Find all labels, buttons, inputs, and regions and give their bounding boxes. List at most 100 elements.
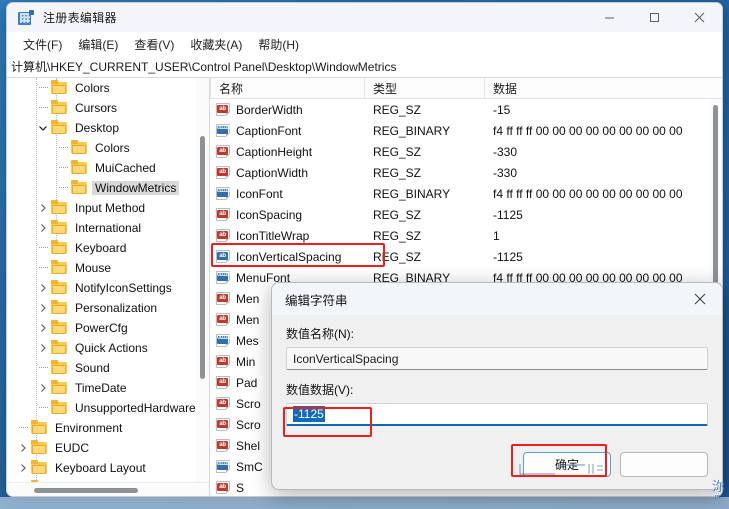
value-name: Min bbox=[236, 354, 256, 369]
tree-leaf-connector-icon bbox=[35, 107, 51, 109]
string-value-icon: ab bbox=[216, 480, 231, 495]
tree-node-personalization[interactable]: Personalization bbox=[7, 298, 209, 318]
binary-value-icon: 011110 bbox=[216, 333, 231, 348]
table-row[interactable]: ab IconVerticalSpacing REG_SZ -1125 bbox=[210, 246, 709, 267]
value-data-label: 数值数据(V): bbox=[286, 381, 708, 398]
chevron-down-icon[interactable] bbox=[35, 123, 51, 133]
tree-node-colors[interactable]: Colors bbox=[7, 78, 209, 98]
dialog-close-icon[interactable] bbox=[678, 283, 722, 315]
tree-node-unsupportedhardware[interactable]: UnsupportedHardware bbox=[7, 398, 209, 418]
tree-node-powercfg[interactable]: PowerCfg bbox=[7, 318, 209, 338]
value-name: IconSpacing bbox=[236, 207, 303, 222]
tree-horizontal-scroll-thumb[interactable] bbox=[34, 488, 138, 493]
table-row[interactable]: 011110 IconFont REG_BINARY f4 ff ff ff 00 0… bbox=[210, 183, 709, 204]
chevron-right-icon[interactable] bbox=[35, 323, 51, 333]
tree-node-muicached[interactable]: MuiCached bbox=[7, 158, 209, 178]
tree-scroll-viewport: Colors Cursors Desktop Colors MuiCached Windo… bbox=[7, 78, 209, 482]
column-header-type[interactable]: 类型 bbox=[365, 78, 485, 98]
column-header-data[interactable]: 数据 bbox=[485, 78, 722, 98]
ok-button[interactable]: 确定 bbox=[523, 452, 611, 477]
tree-node-label: Keyboard Layout bbox=[55, 461, 146, 475]
list-column-headers: 名称 类型 数据 bbox=[210, 78, 722, 99]
chevron-right-icon[interactable] bbox=[15, 463, 31, 473]
menu-item-edit[interactable]: 编辑(E) bbox=[70, 34, 126, 55]
binary-value-icon: 011110 bbox=[216, 123, 231, 138]
edit-string-dialog: 编辑字符串 数值名称(N): IconVerticalSpacing 数值数据(… bbox=[271, 282, 723, 490]
string-value-icon: ab bbox=[216, 375, 231, 390]
value-name: CaptionWidth bbox=[236, 165, 309, 180]
cell-type: REG_SZ bbox=[373, 102, 422, 117]
tree-leaf-connector-icon bbox=[35, 407, 51, 409]
tree-vertical-scroll-thumb[interactable] bbox=[200, 136, 205, 379]
cell-name: 011110 IconFont bbox=[210, 186, 365, 201]
cell-type: REG_SZ bbox=[373, 228, 422, 243]
tree-node-eudc[interactable]: EUDC bbox=[7, 438, 209, 458]
cell-name: ab CaptionHeight bbox=[210, 144, 365, 159]
address-bar[interactable]: 计算机\HKEY_CURRENT_USER\Control Panel\Desk… bbox=[7, 56, 722, 78]
value-data-label-text: 数值数据(V): bbox=[286, 383, 354, 397]
tree-node-mouse[interactable]: Mouse bbox=[7, 258, 209, 278]
cancel-button[interactable] bbox=[620, 452, 708, 477]
tree-node-label: TimeDate bbox=[75, 381, 127, 395]
chevron-right-icon[interactable] bbox=[35, 343, 51, 353]
tree-vertical-scrollbar[interactable] bbox=[196, 78, 209, 482]
tree-node-input-method[interactable]: Input Method bbox=[7, 198, 209, 218]
table-row[interactable]: 011110 CaptionFont REG_BINARY f4 ff ff ff 0… bbox=[210, 120, 709, 141]
menu-item-view[interactable]: 查看(V) bbox=[126, 34, 182, 55]
taskbar bbox=[0, 497, 729, 509]
cell-data: 1 bbox=[493, 228, 500, 243]
string-value-icon: ab bbox=[216, 438, 231, 453]
registry-icon bbox=[18, 9, 34, 26]
table-row[interactable]: ab CaptionWidth REG_SZ -330 bbox=[210, 162, 709, 183]
table-row[interactable]: ab CaptionHeight REG_SZ -330 bbox=[210, 141, 709, 162]
tree-node-desktop[interactable]: Desktop bbox=[7, 118, 209, 138]
tree-node-sound[interactable]: Sound bbox=[7, 358, 209, 378]
tree-node-label: NotifyIconSettings bbox=[75, 281, 172, 295]
chevron-right-icon[interactable] bbox=[35, 203, 51, 213]
tree-node-windowmetrics[interactable]: WindowMetrics bbox=[7, 178, 209, 198]
close-button[interactable] bbox=[677, 3, 722, 32]
folder-icon bbox=[71, 179, 88, 195]
value-name: CaptionFont bbox=[236, 123, 302, 138]
column-header-name[interactable]: 名称 bbox=[210, 78, 365, 98]
cell-data: -330 bbox=[493, 165, 518, 180]
tree-node-keyboard-layout[interactable]: Keyboard Layout bbox=[7, 458, 209, 478]
folder-icon bbox=[71, 159, 88, 175]
tree-node-quick-actions[interactable]: Quick Actions bbox=[7, 338, 209, 358]
chevron-right-icon[interactable] bbox=[35, 303, 51, 313]
cell-data: -1125 bbox=[493, 207, 523, 222]
tree-node-cursors[interactable]: Cursors bbox=[7, 98, 209, 118]
table-row[interactable]: ab BorderWidth REG_SZ -15 bbox=[210, 99, 709, 120]
cell-name: 011110 CaptionFont bbox=[210, 123, 365, 138]
chevron-right-icon[interactable] bbox=[15, 443, 31, 453]
tree-node-colors[interactable]: Colors bbox=[7, 138, 209, 158]
minimize-button[interactable] bbox=[587, 3, 632, 32]
tree-horizontal-scrollbar[interactable] bbox=[7, 482, 209, 496]
tree-node-international[interactable]: International bbox=[7, 218, 209, 238]
tree-node-label: Environment bbox=[55, 421, 123, 435]
chevron-right-icon[interactable] bbox=[35, 283, 51, 293]
tree-node-timedate[interactable]: TimeDate bbox=[7, 378, 209, 398]
value-name: IconFont bbox=[236, 186, 283, 201]
table-row[interactable]: ab IconTitleWrap REG_SZ 1 bbox=[210, 225, 709, 246]
menu-item-file[interactable]: 文件(F) bbox=[15, 34, 70, 55]
tree-node-notifyiconsettings[interactable]: NotifyIconSettings bbox=[7, 278, 209, 298]
table-row[interactable]: ab IconSpacing REG_SZ -1125 bbox=[210, 204, 709, 225]
value-data-text: -1125 bbox=[293, 406, 325, 422]
tree-node-keyboard[interactable]: Keyboard bbox=[7, 238, 209, 258]
value-name: BorderWidth bbox=[236, 102, 303, 117]
menu-item-help[interactable]: 帮助(H) bbox=[250, 34, 307, 55]
cell-data: -330 bbox=[493, 144, 518, 159]
tree-node-environment[interactable]: Environment bbox=[7, 418, 209, 438]
tree-node-label: Colors bbox=[75, 81, 110, 95]
chevron-right-icon[interactable] bbox=[35, 223, 51, 233]
value-name: SmC bbox=[236, 459, 263, 474]
value-data-input[interactable]: -1125 bbox=[286, 403, 708, 426]
chevron-right-icon[interactable] bbox=[35, 383, 51, 393]
folder-icon bbox=[51, 79, 68, 95]
maximize-button[interactable] bbox=[632, 3, 677, 32]
menu-item-favorites[interactable]: 收藏夹(A) bbox=[182, 34, 250, 55]
value-name-input[interactable]: IconVerticalSpacing bbox=[286, 347, 708, 370]
value-name: Men bbox=[236, 291, 260, 306]
folder-icon bbox=[71, 139, 88, 155]
